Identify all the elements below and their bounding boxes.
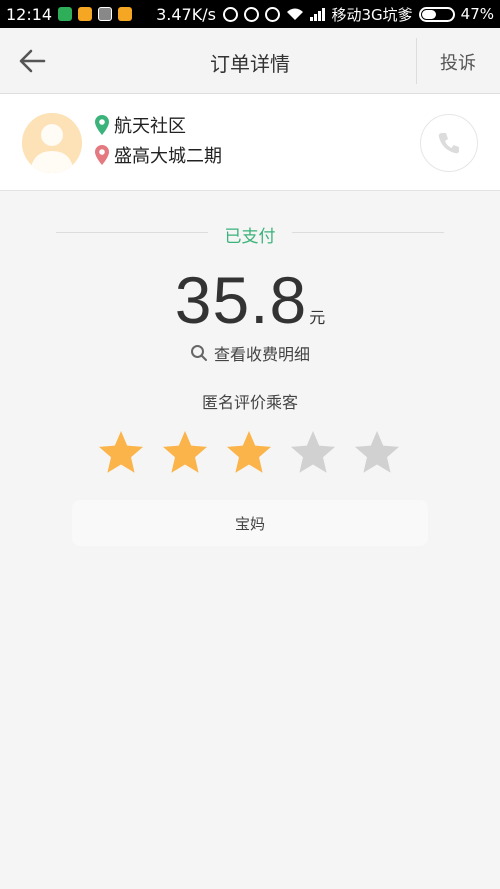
fare-detail-label: 查看收费明细 (213, 345, 310, 364)
rating-stars[interactable] (96, 428, 406, 478)
battery-percent: 47% (460, 5, 494, 23)
phone-icon (438, 133, 459, 154)
alarm-status-icon (265, 6, 281, 22)
fare-amount-block: 35.8 元 (0, 262, 500, 338)
status-time: 12:14 (6, 4, 53, 24)
passenger-tag[interactable]: 宝妈 (72, 500, 428, 546)
end-location-label: 盛高大城二期 (114, 146, 222, 167)
wifi-icon (287, 8, 304, 20)
fare-detail-link[interactable]: 查看收费明细 (0, 341, 500, 365)
star-empty-icon[interactable] (288, 428, 338, 478)
app-notification-icon (118, 7, 133, 21)
passenger-avatar (22, 113, 82, 173)
rating-title: 匿名评价乘客 (201, 393, 298, 412)
page-title: 订单详情 (210, 52, 290, 76)
header-divider (416, 38, 417, 84)
star-empty-icon[interactable] (352, 428, 402, 478)
fare-amount: 35.8 (174, 263, 308, 337)
star-filled-icon[interactable] (224, 428, 274, 478)
app-notification-icon (58, 7, 73, 21)
passenger-tag-label: 宝妈 (234, 514, 265, 533)
start-location: 航天社区 (94, 112, 186, 138)
app-notification-icon (78, 7, 93, 21)
fare-unit: 元 (309, 308, 326, 327)
status-bar: 12:14 3.47K/s 移动3G坑爹 47% (0, 0, 500, 28)
battery-icon (418, 6, 455, 22)
app-notification-icon (98, 7, 113, 21)
app-header: 订单详情 投诉 (0, 28, 500, 94)
carrier-label: 移动3G坑爹 (331, 5, 413, 24)
star-filled-icon[interactable] (160, 428, 210, 478)
star-filled-icon[interactable] (96, 428, 146, 478)
signal-icon (310, 7, 326, 21)
complain-button[interactable]: 投诉 (440, 49, 476, 75)
mute-status-icon (244, 6, 260, 22)
location-status-icon (223, 6, 239, 22)
end-pin-icon (95, 145, 109, 165)
network-speed: 3.47K/s (156, 4, 216, 24)
payment-status: 已支付 (224, 227, 276, 247)
user-avatar-icon (22, 113, 82, 173)
search-icon (190, 345, 207, 361)
start-pin-icon (95, 115, 109, 135)
end-location: 盛高大城二期 (94, 142, 222, 168)
start-location-label: 航天社区 (114, 116, 186, 137)
call-button[interactable] (420, 114, 478, 172)
